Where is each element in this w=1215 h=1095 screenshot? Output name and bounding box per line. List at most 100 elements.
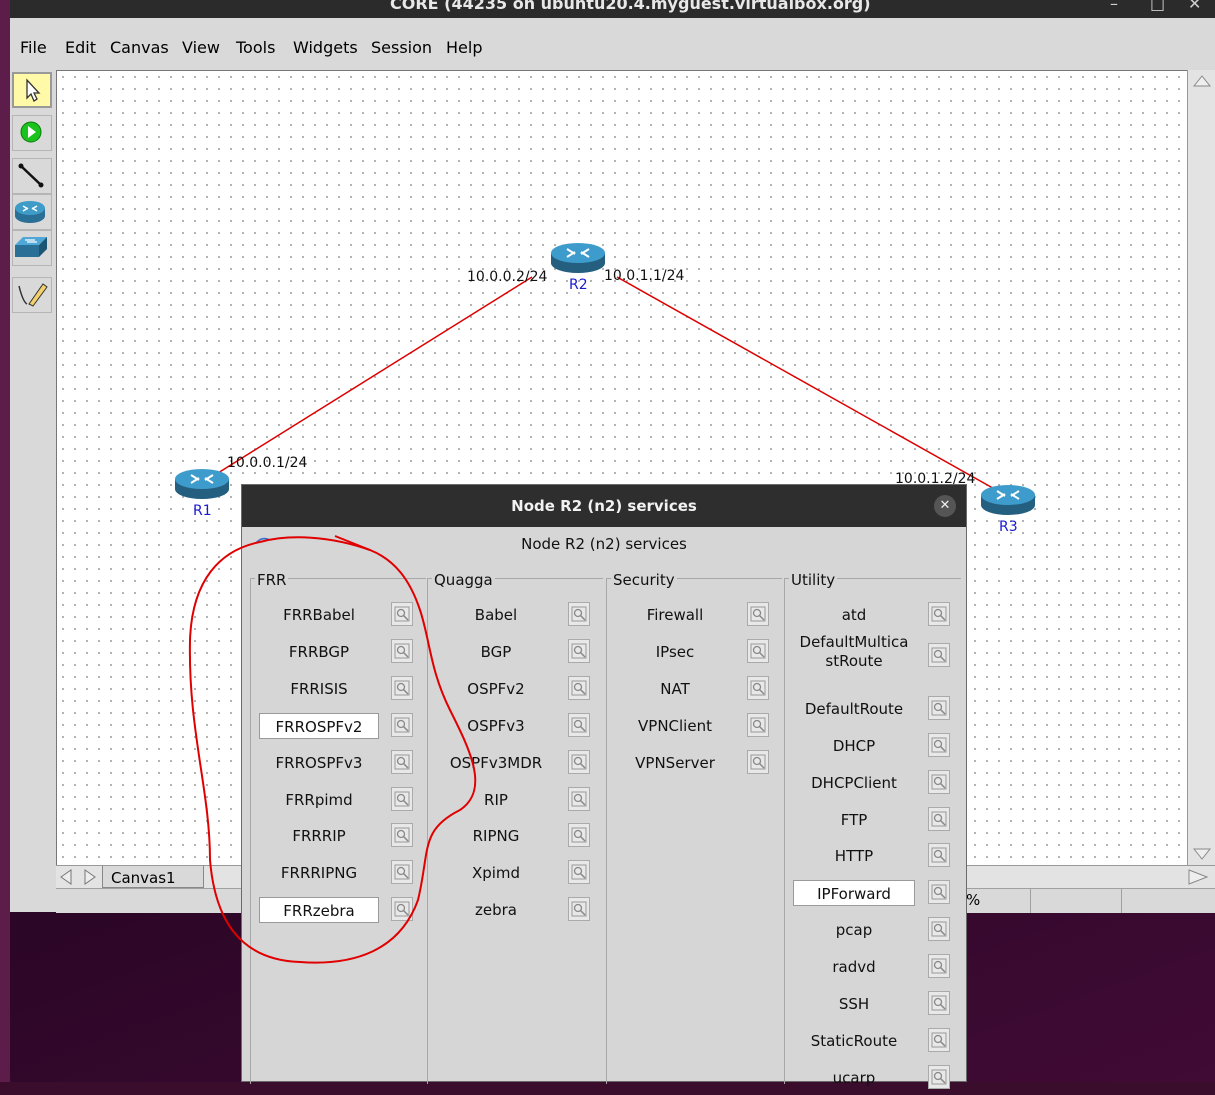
scroll-right-icon[interactable]: [1183, 867, 1213, 887]
configure-wrench-icon: [571, 754, 587, 770]
service-config-button[interactable]: [747, 712, 769, 737]
dialog-title: Node R2 (n2) services: [511, 497, 697, 515]
link-icon: [18, 163, 44, 188]
link-r2-r3[interactable]: [616, 276, 1008, 497]
maximize-icon[interactable]: □: [1150, 0, 1165, 13]
service-row: DefaultMulticastRoute: [785, 633, 961, 670]
service-toggle-ftp[interactable]: FTP: [793, 807, 915, 833]
menu-canvas[interactable]: Canvas: [110, 38, 169, 57]
service-config-button[interactable]: [568, 897, 590, 922]
service-toggle-radvd[interactable]: radvd: [793, 954, 915, 980]
service-config-button[interactable]: [747, 602, 769, 626]
annotate-icon: [18, 283, 48, 307]
configure-wrench-icon: [750, 643, 766, 659]
service-config-button[interactable]: [568, 675, 590, 700]
service-toggle-defaultroute[interactable]: DefaultRoute: [793, 696, 915, 722]
service-toggle-http[interactable]: HTTP: [793, 843, 915, 869]
annotate-tool-button[interactable]: [12, 277, 52, 313]
service-row: pcap: [785, 917, 961, 947]
window-titlebar[interactable]: CORE (44235 on ubuntu20.4.myguest.virtua…: [10, 0, 1215, 18]
service-config-button[interactable]: [928, 880, 950, 905]
configure-wrench-icon: [571, 717, 587, 733]
router-r3-icon[interactable]: [979, 481, 1037, 517]
vertical-scrollbar[interactable]: [1187, 70, 1215, 865]
link-tool-button[interactable]: [12, 158, 52, 194]
tab-scroll-arrows-icon[interactable]: [58, 867, 102, 887]
service-config-button[interactable]: [928, 843, 950, 868]
switch-tool-button[interactable]: [12, 230, 52, 266]
service-config-button[interactable]: [928, 917, 950, 942]
router-r1-icon[interactable]: [173, 465, 231, 501]
service-row: DHCPClient: [785, 769, 961, 800]
menu-session[interactable]: Session: [371, 38, 432, 57]
service-row: DefaultRoute: [785, 695, 961, 726]
service-config-button[interactable]: [747, 675, 769, 700]
dialog-close-icon[interactable]: ✕: [934, 495, 956, 517]
service-config-button[interactable]: [747, 749, 769, 774]
service-config-button[interactable]: [928, 954, 950, 979]
service-toggle-nat[interactable]: NAT: [615, 676, 735, 702]
service-config-button[interactable]: [568, 786, 590, 811]
minimize-icon[interactable]: –: [1110, 0, 1118, 13]
service-row: IPsec: [607, 638, 782, 669]
service-config-button[interactable]: [747, 638, 769, 663]
service-config-button[interactable]: [568, 749, 590, 774]
service-config-button[interactable]: [928, 602, 950, 626]
service-config-button[interactable]: [928, 695, 950, 720]
service-toggle-ssh[interactable]: SSH: [793, 991, 915, 1017]
service-toggle-firewall[interactable]: Firewall: [615, 602, 735, 628]
configure-wrench-icon: [931, 884, 947, 900]
configure-wrench-icon: [931, 647, 947, 663]
service-toggle-dhcpclient[interactable]: DHCPClient: [793, 770, 915, 796]
menu-help[interactable]: Help: [446, 38, 482, 57]
service-toggle-atd[interactable]: atd: [793, 602, 915, 628]
service-toggle-defaultmulticastroute[interactable]: DefaultMulticastRoute: [793, 633, 915, 673]
menu-tools[interactable]: Tools: [236, 38, 275, 57]
service-config-button[interactable]: [928, 769, 950, 794]
configure-wrench-icon: [931, 921, 947, 937]
service-toggle-vpnserver[interactable]: VPNServer: [615, 750, 735, 776]
service-config-button[interactable]: [568, 638, 590, 663]
service-toggle-pcap[interactable]: pcap: [793, 917, 915, 943]
dialog-titlebar[interactable]: Node R2 (n2) services ✕: [242, 485, 966, 527]
start-icon: [20, 121, 42, 143]
desktop-dock-edge: [0, 0, 10, 1082]
service-toggle-vpnclient[interactable]: VPNClient: [615, 713, 735, 739]
address-r2-eth0: 10.0.0.2/24: [467, 269, 548, 285]
service-config-button[interactable]: [568, 823, 590, 848]
configure-wrench-icon: [750, 680, 766, 696]
service-config-button[interactable]: [928, 1027, 950, 1052]
scroll-up-icon[interactable]: [1188, 70, 1215, 90]
close-icon[interactable]: ✕: [1188, 0, 1201, 13]
service-config-button[interactable]: [568, 860, 590, 885]
window-title: CORE (44235 on ubuntu20.4.myguest.virtua…: [390, 0, 871, 13]
service-toggle-ipsec[interactable]: IPsec: [615, 639, 735, 665]
service-config-button[interactable]: [568, 712, 590, 737]
menu-edit[interactable]: Edit: [65, 38, 96, 57]
menu-widgets[interactable]: Widgets: [293, 38, 358, 57]
service-config-button[interactable]: [928, 806, 950, 831]
menu-file[interactable]: File: [20, 38, 47, 57]
scroll-down-icon[interactable]: [1188, 845, 1215, 865]
service-toggle-ucarp[interactable]: ucarp: [793, 1065, 915, 1091]
service-config-button[interactable]: [928, 991, 950, 1015]
service-config-button[interactable]: [928, 642, 950, 667]
service-config-button[interactable]: [928, 1064, 950, 1089]
configure-wrench-icon: [931, 774, 947, 790]
select-tool-button[interactable]: [12, 72, 52, 108]
service-toggle-dhcp[interactable]: DHCP: [793, 733, 915, 759]
menu-view[interactable]: View: [182, 38, 220, 57]
router-tool-button[interactable]: [12, 194, 52, 230]
configure-wrench-icon: [571, 643, 587, 659]
service-config-button[interactable]: [568, 602, 590, 626]
service-toggle-staticroute[interactable]: StaticRoute: [793, 1028, 915, 1054]
service-group-security: Security Firewall IPsec NAT VPNClient VPNSer…: [606, 571, 782, 1084]
link-r2-r1[interactable]: [201, 276, 533, 484]
configure-wrench-icon: [571, 791, 587, 806]
router-r2-icon[interactable]: [549, 239, 607, 275]
service-config-button[interactable]: [928, 732, 950, 757]
start-session-button[interactable]: [12, 115, 52, 151]
router-r3-label: R3: [999, 519, 1018, 535]
service-toggle-ipforward[interactable]: IPForward: [793, 880, 915, 907]
service-row: StaticRoute: [785, 1027, 961, 1058]
